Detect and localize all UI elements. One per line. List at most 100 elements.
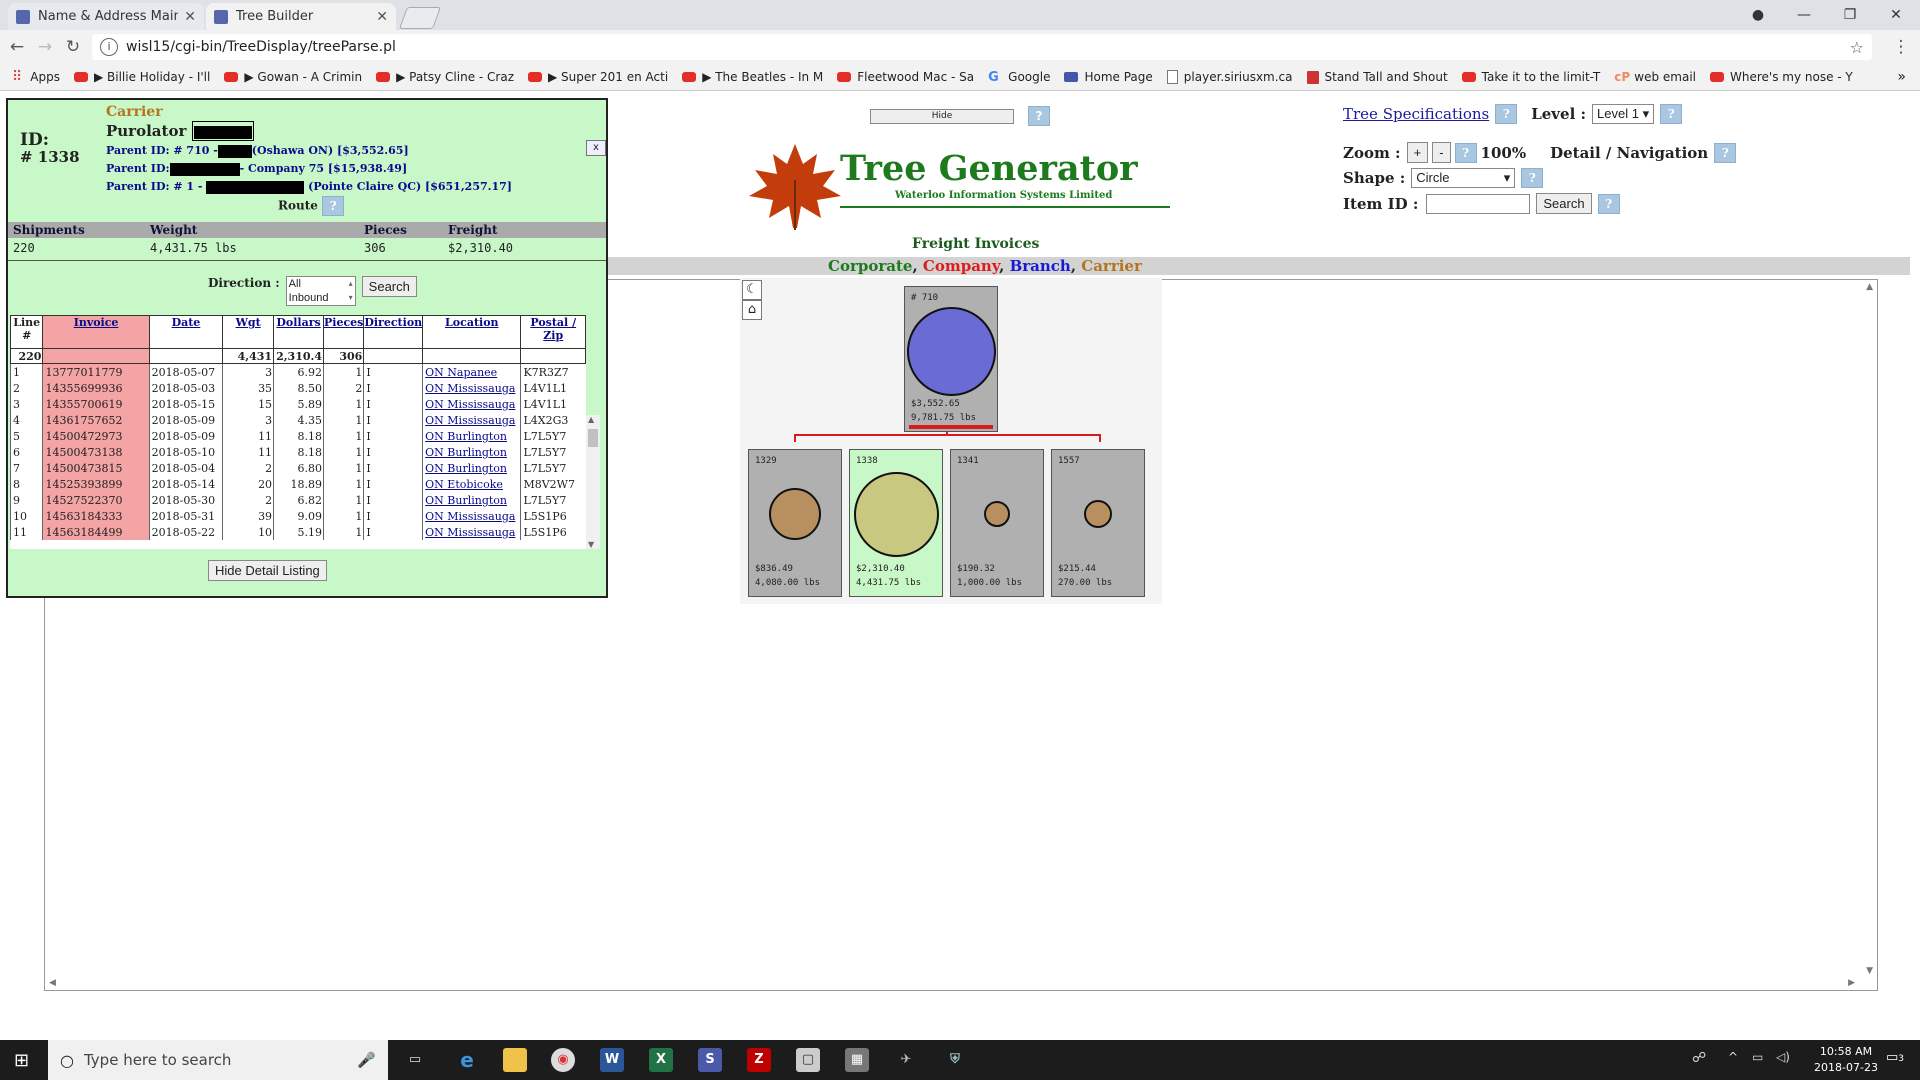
windows-start-icon[interactable]: ⊞ <box>14 1050 29 1071</box>
reload-icon[interactable]: ↻ <box>62 36 84 58</box>
bookmark-item[interactable]: Take it to the limit-T <box>1461 70 1600 84</box>
tab-name-address[interactable]: Name & Address Mainte ✕ <box>8 3 204 30</box>
table-row[interactable]: 5 14500472973 2018-05-09 11 8.18 1 I ON Burling… <box>10 428 586 444</box>
zoom-in-button[interactable]: + <box>1406 142 1429 163</box>
tree-node-1557[interactable]: 1557 $215.44 270.00 lbs <box>1051 449 1145 597</box>
volume-icon[interactable]: ◁) <box>1776 1050 1790 1064</box>
close-detail-button[interactable]: x <box>586 140 606 156</box>
app-icon[interactable]: S <box>698 1048 722 1072</box>
back-arrow-icon[interactable]: ← <box>6 36 28 58</box>
bookmark-item[interactable]: player.siriusxm.ca <box>1166 70 1293 84</box>
network-icon[interactable]: ▭ <box>1752 1050 1763 1064</box>
scroll-right-arrow-icon[interactable]: ▶ <box>1848 978 1855 988</box>
info-icon[interactable]: i <box>100 38 118 56</box>
clock[interactable]: 10:58 AM 2018-07-23 <box>1806 1044 1886 1076</box>
direction-select[interactable]: All Inbound ▴ ▾ <box>285 276 356 306</box>
bookmark-google[interactable]: G Google <box>988 70 1050 85</box>
calculator-icon[interactable]: ▦ <box>845 1048 869 1072</box>
people-icon[interactable]: ☍ <box>1692 1050 1706 1066</box>
hide-detail-listing-button[interactable]: Hide Detail Listing <box>208 560 327 581</box>
col-header-wgt[interactable]: Wgt <box>222 315 275 349</box>
scroll-up-arrow-icon[interactable]: ▲ <box>1866 282 1873 292</box>
col-header-pieces[interactable]: Pieces <box>322 315 365 349</box>
table-row[interactable]: 9 14527522370 2018-05-30 2 6.82 1 I ON Burlingt… <box>10 492 586 508</box>
edge-icon[interactable]: e <box>455 1048 479 1072</box>
table-row[interactable]: 3 14355700619 2018-05-15 15 5.89 1 I ON Mississ… <box>10 396 586 412</box>
address-bar[interactable]: i wisl15/cgi-bin/TreeDisplay/treeParse.p… <box>92 34 1872 60</box>
bookmark-item[interactable]: ▶ Gowan - A Crimin <box>224 70 362 84</box>
scroll-left-arrow-icon[interactable]: ◀ <box>49 978 56 988</box>
cell-location[interactable]: ON Burlington <box>422 492 521 508</box>
help-button[interactable]: ? <box>1521 168 1544 188</box>
microphone-icon[interactable]: 🎤 <box>357 1051 376 1069</box>
table-row[interactable]: 7 14500473815 2018-05-04 2 6.80 1 I ON Burlingt… <box>10 460 586 476</box>
bookmark-item[interactable]: ▶ Billie Holiday - I'll <box>73 70 210 84</box>
tree-node-1341[interactable]: 1341 $190.32 1,000.00 lbs <box>950 449 1044 597</box>
col-header-dollars[interactable]: Dollars <box>273 315 324 349</box>
new-tab-button[interactable] <box>398 7 442 29</box>
cell-location[interactable]: ON Mississauga <box>422 412 521 428</box>
window-app-icon[interactable]: ▢ <box>796 1048 820 1072</box>
bookmark-item[interactable]: ▶ Super 201 en Acti <box>528 70 668 84</box>
cell-location[interactable]: ON Mississauga <box>422 524 521 540</box>
bookmark-home-page[interactable]: Home Page <box>1064 70 1153 84</box>
grid-scrollbar[interactable]: ▲ ▼ <box>586 415 600 549</box>
table-row[interactable]: 1 13777011779 2018-05-07 3 6.92 1 I ON Napanee K… <box>10 363 586 380</box>
cell-location[interactable]: ON Napanee <box>422 363 521 380</box>
help-button[interactable]: ? <box>1714 142 1737 163</box>
help-button[interactable]: ? <box>1597 193 1620 214</box>
profile-icon[interactable]: ● <box>1738 4 1778 26</box>
minimize-button[interactable]: — <box>1784 4 1824 26</box>
chrome-icon[interactable]: ◉ <box>551 1048 575 1072</box>
bookmark-item[interactable]: Stand Tall and Shout <box>1306 70 1448 84</box>
tree-node-1329[interactable]: 1329 $836.49 4,080.00 lbs <box>748 449 842 597</box>
cell-location[interactable]: ON Etobicoke <box>422 476 521 492</box>
hide-header-button[interactable]: Hide <box>870 109 1014 124</box>
bookmark-item[interactable]: ▶ Patsy Cline - Craz <box>376 70 514 84</box>
bookmark-star-icon[interactable]: ☆ <box>1850 38 1864 57</box>
help-button[interactable]: ? <box>1660 104 1683 124</box>
task-view-icon[interactable]: ▭ <box>403 1048 427 1072</box>
cell-location[interactable]: ON Burlington <box>422 428 521 444</box>
scroll-down-arrow-icon[interactable]: ▼ <box>588 540 594 549</box>
scroll-down-arrow-icon[interactable]: ▼ <box>1866 966 1873 976</box>
menu-dots-icon[interactable]: ⋮ <box>1890 36 1912 58</box>
tree-specs-link[interactable]: Tree Specifications <box>1343 105 1489 123</box>
table-row[interactable]: 2 14355699936 2018-05-03 35 8.50 2 I ON Mississ… <box>10 380 586 396</box>
table-row[interactable]: 8 14525393899 2018-05-14 20 18.89 1 I ON Etobic… <box>10 476 586 492</box>
restore-button[interactable]: ❐ <box>1830 4 1870 26</box>
table-row[interactable]: 6 14500473138 2018-05-10 11 8.18 1 I ON Burling… <box>10 444 586 460</box>
close-window-button[interactable]: ✕ <box>1876 4 1916 26</box>
word-icon[interactable]: W <box>600 1048 624 1072</box>
item-id-input[interactable] <box>1426 193 1531 214</box>
zoom-out-button[interactable]: - <box>1432 142 1451 163</box>
tree-node-1338[interactable]: 1338 $2,310.40 4,431.75 lbs <box>849 449 943 597</box>
col-header-location[interactable]: Location <box>422 315 522 349</box>
cell-location[interactable]: ON Mississauga <box>422 508 521 524</box>
table-row[interactable]: 4 14361757652 2018-05-09 3 4.35 1 I ON Mississa… <box>10 412 586 428</box>
level-select[interactable]: Level 1 ▾ <box>1592 104 1655 124</box>
shield-icon[interactable]: ⛨ <box>943 1048 967 1072</box>
cell-location[interactable]: ON Burlington <box>422 460 521 476</box>
close-tab-icon[interactable]: ✕ <box>376 9 388 25</box>
table-row[interactable]: 11 14563184499 2018-05-22 10 5.19 1 I ON Missis… <box>10 524 586 540</box>
file-explorer-icon[interactable] <box>503 1048 527 1072</box>
bookmark-web-email[interactable]: cP web email <box>1614 70 1696 84</box>
help-button[interactable]: ? <box>1495 104 1518 124</box>
taskbar-search[interactable]: ○ Type here to search 🎤 <box>48 1040 388 1080</box>
shape-select[interactable]: Circle ▾ <box>1411 168 1516 188</box>
help-button[interactable]: ? <box>1028 106 1050 126</box>
col-header-date[interactable]: Date <box>148 315 224 349</box>
notification-icon[interactable]: ▭3 <box>1886 1050 1904 1065</box>
close-tab-icon[interactable]: ✕ <box>184 9 196 25</box>
cell-location[interactable]: ON Mississauga <box>422 380 521 396</box>
help-button[interactable]: ? <box>322 196 345 216</box>
tab-tree-builder[interactable]: Tree Builder ✕ <box>206 3 396 30</box>
bookmark-item[interactable]: Where's my nose - Y <box>1710 70 1853 84</box>
direction-option[interactable]: All <box>289 277 355 291</box>
cell-location[interactable]: ON Mississauga <box>422 396 521 412</box>
app-icon[interactable]: ✈ <box>894 1048 918 1072</box>
tree-node-root[interactable]: # 710 $3,552.65 9,781.75 lbs <box>904 286 998 432</box>
direction-option[interactable]: Inbound <box>289 291 355 305</box>
filezilla-icon[interactable]: Z <box>747 1048 771 1072</box>
